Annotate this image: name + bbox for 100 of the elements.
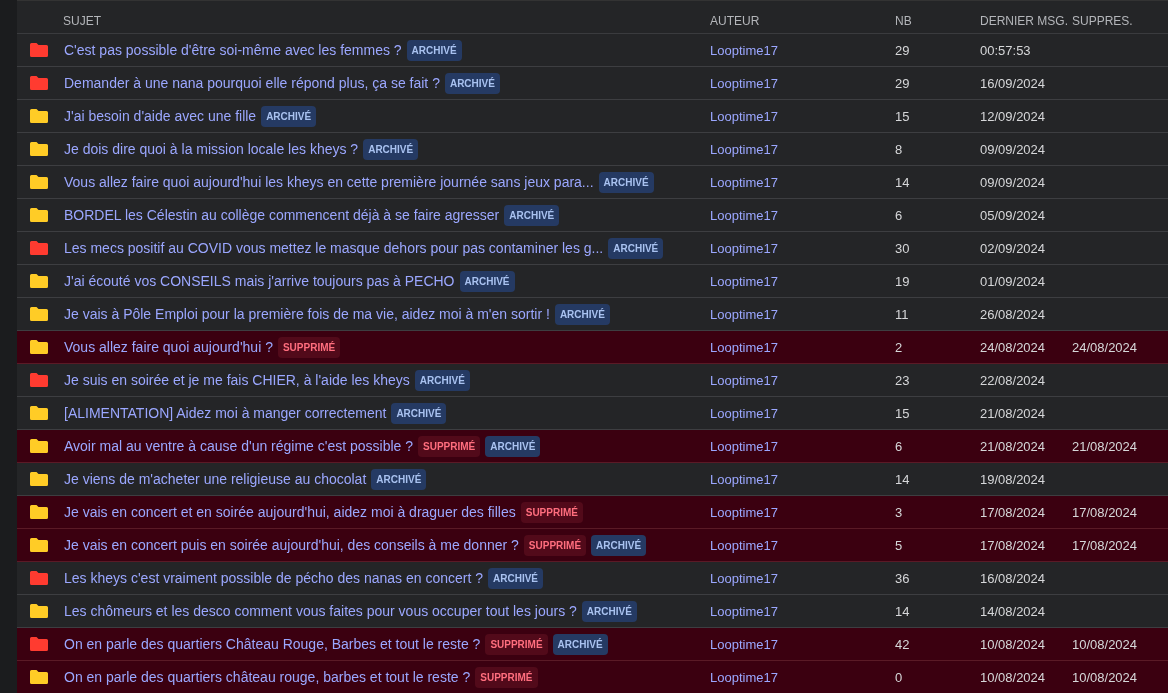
archived-badge: ARCHIVÉ — [504, 204, 560, 226]
topic-link[interactable]: J'ai écouté vos CONSEILS mais j'arrive toujours pas à PECHO — [64, 270, 455, 292]
archived-badge: ARCHIVÉ — [552, 633, 608, 655]
last-message-date: 00:57:53 — [980, 43, 1031, 58]
reply-count: 6 — [895, 439, 903, 454]
topic-link[interactable]: Vous allez faire quoi aujourd'hui les kheys en cette première journée sans jeux para... — [64, 171, 594, 193]
archived-badge: ARCHIVÉ — [371, 468, 427, 490]
archived-badge: ARCHIVÉ — [261, 105, 317, 127]
archived-badge: ARCHIVÉ — [444, 72, 500, 94]
author-link[interactable]: Looptime17 — [710, 604, 778, 619]
column-header: NB — [895, 13, 912, 28]
author-link[interactable]: Looptime17 — [710, 76, 778, 91]
author-link[interactable]: Looptime17 — [710, 670, 778, 685]
last-message-date: 02/09/2024 — [980, 241, 1046, 256]
author-link[interactable]: Looptime17 — [710, 175, 778, 190]
author-link[interactable]: Looptime17 — [710, 439, 778, 454]
author-link[interactable]: Looptime17 — [710, 307, 778, 322]
reply-count: 11 — [895, 307, 909, 322]
reply-count: 0 — [895, 670, 903, 685]
deleted-badge: SUPPRIMÉ — [475, 666, 538, 688]
deletion-date: 17/08/2024 — [1072, 505, 1138, 520]
author-link[interactable]: Looptime17 — [710, 406, 778, 421]
reply-count: 29 — [895, 76, 910, 91]
last-message-date: 22/08/2024 — [980, 373, 1046, 388]
deleted-badge: SUPPRIMÉ — [485, 633, 548, 655]
topic-link[interactable]: Je vais en concert et en soirée aujourd'hui, aidez moi à draguer des filles — [64, 501, 516, 523]
deletion-date: 21/08/2024 — [1072, 439, 1138, 454]
archived-badge: ARCHIVÉ — [363, 138, 419, 160]
last-message-date: 16/08/2024 — [980, 571, 1046, 586]
archived-badge: ARCHIVÉ — [598, 171, 654, 193]
deletion-date: 17/08/2024 — [1072, 538, 1138, 553]
reply-count: 6 — [895, 208, 903, 223]
archived-badge: ARCHIVÉ — [485, 435, 541, 457]
topic-link[interactable]: On en parle des quartiers Château Rouge, Barbes et tout le reste ? — [64, 633, 481, 655]
archived-badge: ARCHIVÉ — [488, 567, 544, 589]
topic-link[interactable]: Vous allez faire quoi aujourd'hui ? — [64, 336, 273, 358]
last-message-date: 10/08/2024 — [980, 670, 1046, 685]
author-link[interactable]: Looptime17 — [710, 274, 778, 289]
deletion-date: 24/08/2024 — [1072, 340, 1138, 355]
author-link[interactable]: Looptime17 — [710, 241, 778, 256]
archived-badge: ARCHIVÉ — [406, 39, 462, 61]
author-link[interactable]: Looptime17 — [710, 538, 778, 553]
topic-link[interactable]: Les kheys c'est vraiment possible de pécho des nanas en concert ? — [64, 567, 484, 589]
author-link[interactable]: Looptime17 — [710, 43, 778, 58]
author-link[interactable]: Looptime17 — [710, 505, 778, 520]
archived-badge: ARCHIVÉ — [554, 303, 610, 325]
archived-badge: ARCHIVÉ — [608, 237, 664, 259]
author-link[interactable]: Looptime17 — [710, 373, 778, 388]
deleted-badge: SUPPRIMÉ — [418, 435, 481, 457]
reply-count: 14 — [895, 472, 910, 487]
deleted-badge: SUPPRIMÉ — [523, 534, 587, 556]
last-message-date: 10/08/2024 — [980, 637, 1046, 652]
reply-count: 8 — [895, 142, 903, 157]
last-message-date: 01/09/2024 — [980, 274, 1046, 289]
deleted-badge: SUPPRIMÉ — [520, 501, 583, 523]
topic-link[interactable]: Je dois dire quoi à la mission locale les kheys ? — [64, 138, 359, 160]
reply-count: 29 — [895, 43, 910, 58]
reply-count: 5 — [895, 538, 903, 553]
topic-link[interactable]: Je suis en soirée et je me fais CHIER, à l'aide les kheys — [64, 369, 410, 391]
topic-link[interactable]: Je vais en concert puis en soirée aujourd'hui, des conseils à me donner ? — [64, 534, 519, 556]
last-message-date: 16/09/2024 — [980, 76, 1046, 91]
topic-link[interactable]: Les mecs positif au COVID vous mettez le masque dehors pour pas contaminer les g... — [64, 237, 604, 259]
last-message-date: 05/09/2024 — [980, 208, 1046, 223]
topic-link[interactable]: On en parle des quartiers château rouge, barbes et tout le reste ? — [64, 666, 471, 688]
archived-badge: ARCHIVÉ — [459, 270, 515, 292]
topic-link[interactable]: C'est pas possible d'être soi-même avec les femmes ? — [64, 39, 402, 61]
author-link[interactable]: Looptime17 — [710, 142, 778, 157]
deleted-badge: SUPPRIMÉ — [277, 336, 341, 358]
reply-count: 3 — [895, 505, 903, 520]
topic-link[interactable]: BORDEL les Célestin au collège commencent déjà à se faire agresser — [64, 204, 500, 226]
reply-count: 15 — [895, 406, 910, 421]
reply-count: 30 — [895, 241, 910, 256]
reply-count: 36 — [895, 571, 910, 586]
topic-link[interactable]: Je vais à Pôle Emploi pour la première fois de ma vie, aidez moi à m'en sortir ! — [64, 303, 550, 325]
topic-link[interactable]: [ALIMENTATION] Aidez moi à manger correctement — [64, 402, 387, 424]
author-link[interactable]: Looptime17 — [710, 472, 778, 487]
archived-badge: ARCHIVÉ — [591, 534, 647, 556]
author-link[interactable]: Looptime17 — [710, 109, 778, 124]
author-link[interactable]: Looptime17 — [710, 340, 778, 355]
reply-count: 14 — [895, 175, 910, 190]
last-message-date: 26/08/2024 — [980, 307, 1046, 322]
topic-link[interactable]: Demander à une nana pourquoi elle répond plus, ça se fait ? — [64, 72, 440, 94]
column-header: SUJET — [63, 13, 101, 28]
author-link[interactable]: Looptime17 — [710, 637, 778, 652]
topic-link[interactable]: Avoir mal au ventre à cause d'un régime c'est possible ? — [64, 435, 414, 457]
last-message-date: 19/08/2024 — [980, 472, 1046, 487]
archived-badge: ARCHIVÉ — [391, 402, 447, 424]
reply-count: 23 — [895, 373, 910, 388]
last-message-date: 17/08/2024 — [980, 505, 1046, 520]
author-link[interactable]: Looptime17 — [710, 208, 778, 223]
column-header: AUTEUR — [710, 13, 760, 28]
last-message-date: 12/09/2024 — [980, 109, 1046, 124]
topic-link[interactable]: Les chômeurs et les desco comment vous faites pour vous occuper tout les jours ? — [64, 600, 577, 622]
topic-link[interactable]: Je viens de m'acheter une religieuse au chocolat — [64, 468, 367, 490]
reply-count: 15 — [895, 109, 910, 124]
last-message-date: 14/08/2024 — [980, 604, 1046, 619]
last-message-date: 21/08/2024 — [980, 439, 1046, 454]
last-message-date: 09/09/2024 — [980, 175, 1046, 190]
author-link[interactable]: Looptime17 — [710, 571, 778, 586]
topic-link[interactable]: J'ai besoin d'aide avec une fille — [64, 105, 257, 127]
